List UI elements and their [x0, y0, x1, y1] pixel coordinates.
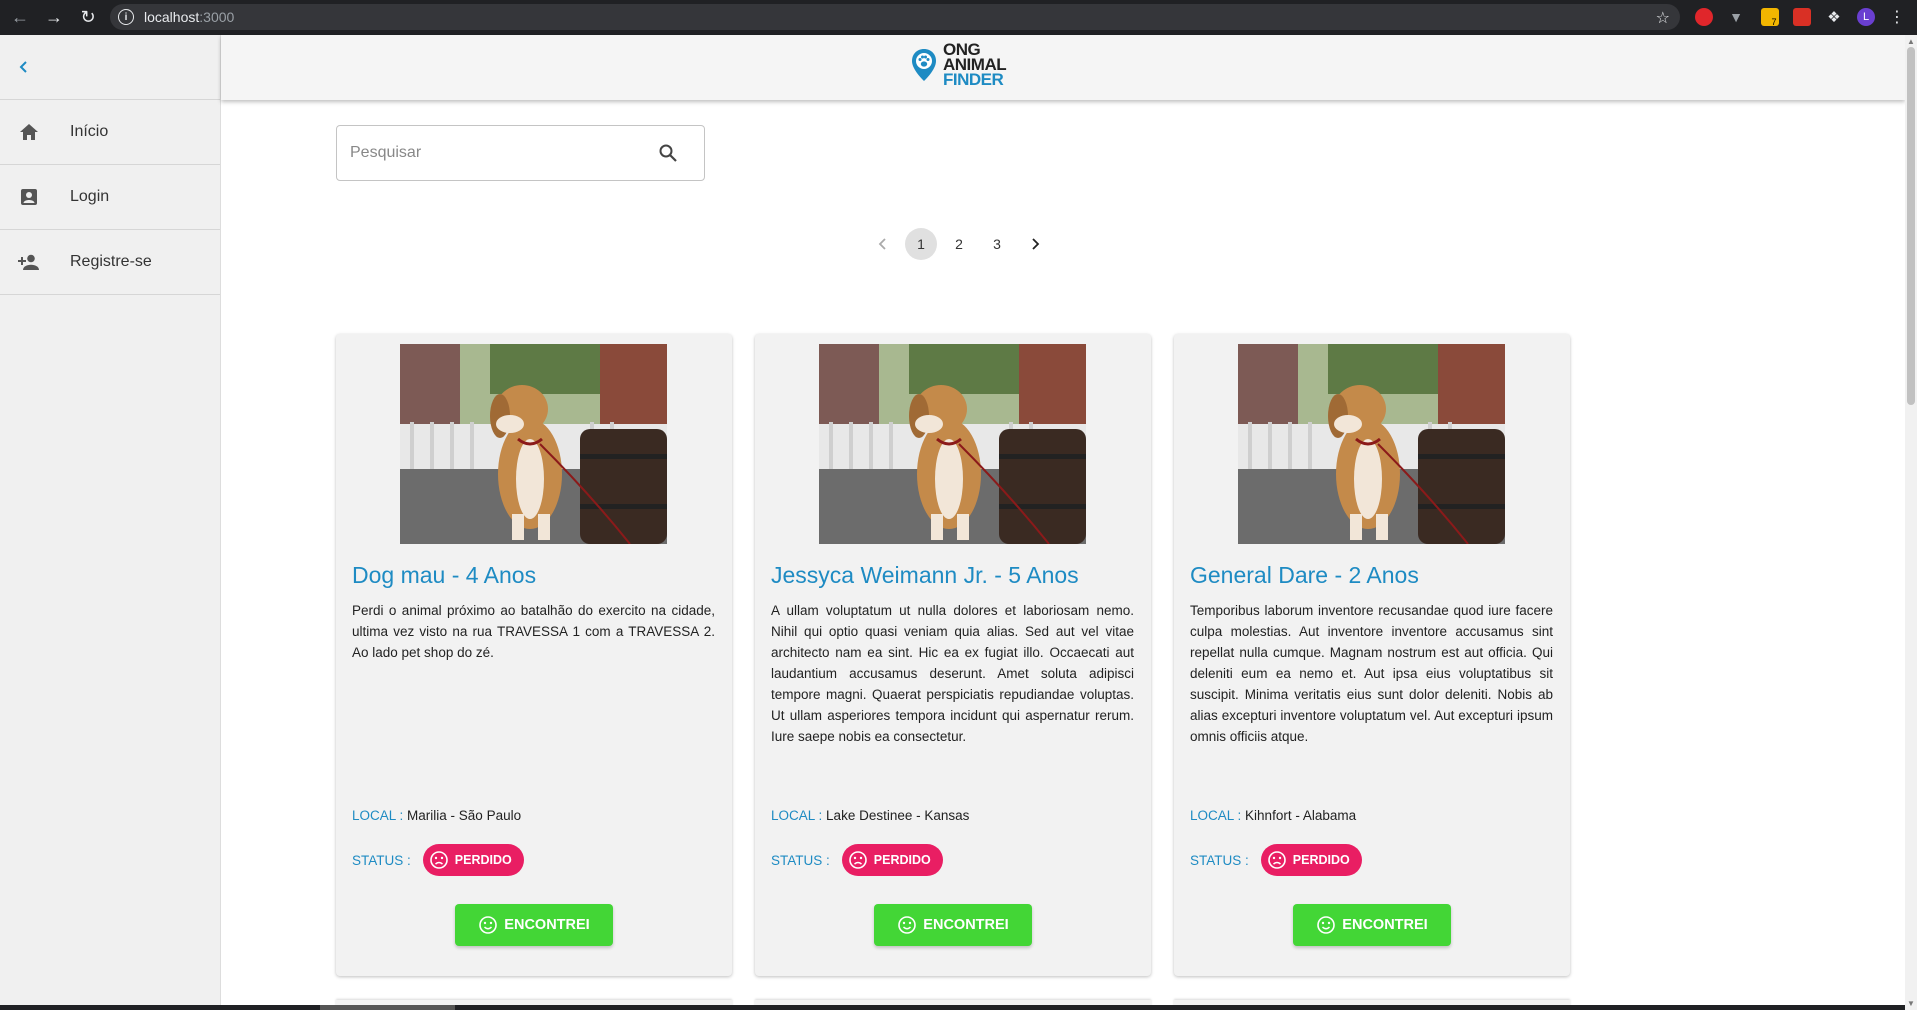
location-label: LOCAL :	[1190, 808, 1242, 823]
animal-description: Temporibus laborum inventore recusandae …	[1190, 603, 1553, 744]
animal-description: A ullam voluptatum ut nulla dolores et l…	[771, 603, 1134, 744]
location-value: Marilia - São Paulo	[407, 808, 522, 823]
sidebar-item-inicio[interactable]: Início	[0, 100, 220, 165]
location-value: Lake Destinee - Kansas	[826, 808, 970, 823]
status-label: STATUS :	[771, 852, 830, 868]
status-badge: PERDIDO	[1260, 844, 1362, 876]
browser-toolbar: ← → ↻ i localhost:3000 ☆ ▼ 7 ❖ L ⋮	[0, 0, 1917, 35]
animal-description: Perdi o animal próximo ao batalhão do ex…	[352, 603, 715, 660]
sidebar-item-label: Início	[70, 123, 109, 140]
animal-title[interactable]: Jessyca Weimann Jr. - 5 Anos	[771, 562, 1079, 589]
extension-shield-icon[interactable]	[1695, 8, 1713, 26]
status-label: STATUS :	[1190, 852, 1249, 868]
chevron-left-icon	[19, 61, 27, 73]
status-row: STATUS : PERDIDO	[771, 844, 943, 876]
status-row: STATUS : PERDIDO	[352, 844, 524, 876]
status-badge: PERDIDO	[841, 844, 943, 876]
profile-initial: L	[1862, 11, 1870, 23]
extension-v-icon[interactable]: ▼	[1727, 8, 1745, 26]
location-label: LOCAL :	[771, 808, 823, 823]
paw-pin-icon	[912, 48, 936, 81]
profile-avatar[interactable]: L	[1857, 8, 1875, 26]
encontrei-button[interactable]: ENCONTREI	[455, 904, 613, 946]
home-icon	[18, 121, 40, 143]
scroll-down-arrow-icon[interactable]: ▼	[1907, 999, 1915, 1008]
pagination: 1 2 3	[864, 228, 1054, 260]
chevron-right-icon	[1032, 238, 1040, 250]
status-text: PERDIDO	[1292, 853, 1350, 867]
animal-title[interactable]: Dog mau - 4 Anos	[352, 562, 536, 589]
account-box-icon	[18, 186, 40, 208]
search-input[interactable]	[350, 144, 650, 162]
location-label: LOCAL :	[352, 808, 404, 823]
reload-icon[interactable]: ↻	[74, 4, 102, 32]
back-arrow-icon[interactable]: ←	[6, 4, 34, 32]
animal-photo	[1238, 344, 1505, 544]
status-row: STATUS : PERDIDO	[1190, 844, 1362, 876]
search-box	[336, 125, 705, 181]
status-text: PERDIDO	[873, 853, 931, 867]
encontrei-label: ENCONTREI	[923, 917, 1009, 933]
forward-arrow-icon[interactable]: →	[40, 4, 68, 32]
search-icon[interactable]	[658, 143, 678, 168]
animal-card: Dog mau - 4 Anos Perdi o animal próximo …	[336, 334, 732, 976]
sidebar-item-label: Login	[70, 188, 110, 205]
extension-notes-icon[interactable]: 7	[1761, 8, 1779, 27]
scrollbar-thumb[interactable]	[1907, 47, 1915, 405]
encontrei-label: ENCONTREI	[504, 917, 590, 933]
prev-page-button[interactable]	[867, 228, 899, 260]
encontrei-button[interactable]: ENCONTREI	[1293, 904, 1451, 946]
sidebar-item-login[interactable]: Login	[0, 165, 220, 230]
smile-face-icon	[898, 916, 917, 934]
location-value: Kihnfort - Alabama	[1245, 808, 1357, 823]
horizontal-scrollbar[interactable]	[0, 1005, 1905, 1010]
page-button-2[interactable]: 2	[943, 228, 975, 260]
sad-face-icon	[429, 851, 448, 869]
animal-title[interactable]: General Dare - 2 Anos	[1190, 562, 1419, 589]
bookmark-star-icon[interactable]: ☆	[1656, 8, 1670, 28]
animal-photo	[819, 344, 1086, 544]
collapse-sidebar-button[interactable]	[0, 35, 220, 100]
app-header: ONG ANIMAL FINDER	[221, 35, 1905, 100]
status-text: PERDIDO	[454, 853, 512, 867]
person-add-icon	[18, 251, 40, 273]
status-label: STATUS :	[352, 852, 411, 868]
location: LOCAL : Kihnfort - Alabama	[1190, 808, 1356, 823]
scroll-up-arrow-icon[interactable]: ▲	[1907, 37, 1915, 46]
vertical-scrollbar[interactable]: ▲ ▼	[1905, 35, 1917, 1010]
smile-face-icon	[479, 916, 498, 934]
encontrei-button[interactable]: ENCONTREI	[874, 904, 1032, 946]
smile-face-icon	[1317, 916, 1336, 934]
sidebar: Início Login Registre-se	[0, 35, 221, 1010]
extensions-puzzle-icon[interactable]: ❖	[1825, 8, 1843, 26]
logo-line-3: FINDER	[943, 70, 1004, 89]
url-text: localhost:3000	[144, 9, 235, 25]
address-bar[interactable]: i localhost:3000 ☆	[110, 4, 1680, 30]
location: LOCAL : Lake Destinee - Kansas	[771, 808, 969, 823]
next-page-button[interactable]	[1019, 228, 1051, 260]
extension-red-icon[interactable]	[1793, 8, 1811, 26]
chevron-left-icon	[878, 238, 886, 250]
animal-card: Jessyca Weimann Jr. - 5 Anos A ullam vol…	[755, 334, 1151, 976]
status-badge: PERDIDO	[422, 844, 524, 876]
page-button-1[interactable]: 1	[905, 228, 937, 260]
info-icon[interactable]: i	[118, 9, 134, 25]
logo-text: ONG ANIMAL FINDER	[943, 41, 1007, 89]
animal-photo	[400, 344, 667, 544]
page-button-3[interactable]: 3	[981, 228, 1013, 260]
sidebar-item-label: Registre-se	[70, 253, 152, 270]
sad-face-icon	[1267, 851, 1286, 869]
menu-kebab-icon[interactable]: ⋮	[1888, 8, 1906, 26]
location: LOCAL : Marilia - São Paulo	[352, 808, 521, 823]
animal-card: General Dare - 2 Anos Temporibus laborum…	[1174, 334, 1570, 976]
sad-face-icon	[848, 851, 867, 869]
sidebar-item-registre-se[interactable]: Registre-se	[0, 230, 220, 295]
ong-animal-finder-logo[interactable]: ONG ANIMAL FINDER	[911, 41, 1007, 89]
horizontal-scrollbar-thumb[interactable]	[320, 1005, 455, 1010]
encontrei-label: ENCONTREI	[1342, 917, 1428, 933]
